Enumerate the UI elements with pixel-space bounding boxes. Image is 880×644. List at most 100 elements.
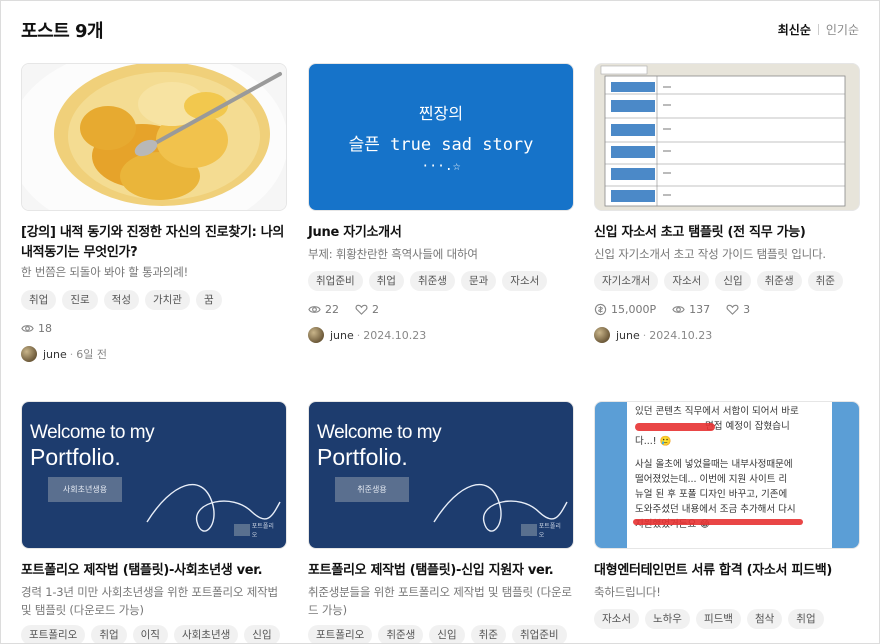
post-card[interactable]: 신입 자소서 초고 탬플릿 (전 직무 가능) 신입 자기소개서 초고 작성 가… bbox=[594, 63, 860, 363]
post-tags: 취업 진로 적성 가치관 꿈 bbox=[21, 290, 222, 310]
post-stats: 22 2 bbox=[308, 303, 379, 316]
thumbnail-label-box: 사회초년생용 bbox=[48, 477, 122, 502]
thumbnail-label-box: 취준생용 bbox=[335, 477, 409, 502]
thumbnail-portfolio-text: Portfolio. bbox=[317, 444, 408, 470]
post-card[interactable]: 찐장의 슬픈 true sad story ···.☆ June 자기소개서 부… bbox=[308, 63, 574, 363]
chat-line: 뉴얼 된 후 포폴 디자인 바꾸고, 기존에 bbox=[635, 489, 788, 500]
tag-chip[interactable]: 신입 bbox=[715, 271, 751, 291]
post-thumbnail[interactable]: 찐장의 슬픈 true sad story ···.☆ bbox=[308, 63, 574, 211]
tag-chip[interactable]: 자소서 bbox=[502, 271, 548, 291]
tag-chip[interactable]: 문과 bbox=[460, 271, 497, 291]
tag-chip[interactable]: 피드백 bbox=[695, 609, 741, 629]
post-description: 경력 1-3년 미만 사회초년생을 위한 포트폴리오 제작법 및 탬플릿 (다운… bbox=[21, 585, 278, 617]
avatar[interactable] bbox=[21, 346, 37, 362]
sort-popular[interactable]: 인기순 bbox=[826, 21, 859, 38]
tag-chip[interactable]: 취준생 bbox=[409, 271, 455, 291]
tag-chip[interactable]: 취준생 bbox=[378, 625, 424, 643]
thumbnail-welcome-text: Welcome to my bbox=[30, 422, 155, 443]
author-name[interactable]: june bbox=[43, 348, 67, 361]
tag-chip[interactable]: 첨삭 bbox=[746, 609, 783, 629]
form-template-image bbox=[595, 64, 859, 210]
post-description: 취준생분들을 위한 포트폴리오 제작법 및 탬플릿 (다운로드 가능) bbox=[308, 585, 572, 617]
thumbnail-badge: 포트폴리오 bbox=[234, 523, 276, 539]
tag-chip[interactable]: 취준 bbox=[470, 625, 506, 643]
post-date: 2024.10.23 bbox=[363, 328, 427, 342]
post-thumbnail[interactable] bbox=[594, 63, 860, 211]
chat-line: 있던 콘텐츠 직무에서 서합이 되어서 바로 bbox=[635, 406, 799, 417]
tag-chip[interactable]: 노하우 bbox=[644, 609, 690, 629]
post-card[interactable]: Welcome to my Portfolio. 취준생용 포트폴리오 포트폴리… bbox=[308, 401, 574, 643]
post-title[interactable]: [강의] 내적 동기와 진정한 자신의 진로찾기: 나의 내적동기는 무엇인가? bbox=[21, 223, 287, 263]
thumbnail-text-line: 찐장의 bbox=[418, 104, 464, 123]
view-count: 18 bbox=[38, 322, 52, 335]
tag-chip[interactable]: 꿈 bbox=[195, 290, 222, 310]
tea-image bbox=[22, 64, 286, 210]
post-tags: 포트폴리오 취업 이직 사회초년생 신입 bbox=[21, 625, 280, 643]
sort-divider bbox=[817, 24, 819, 35]
avatar[interactable] bbox=[308, 327, 324, 343]
post-date: 2024.10.23 bbox=[649, 328, 713, 342]
thumbnail-portfolio-text: Portfolio. bbox=[30, 444, 121, 470]
post-stats: 18 bbox=[21, 322, 52, 335]
post-card[interactable]: [강의] 내적 동기와 진정한 자신의 진로찾기: 나의 내적동기는 무엇인가?… bbox=[21, 63, 287, 363]
tag-chip[interactable]: 자소서 bbox=[664, 271, 710, 291]
post-thumbnail[interactable] bbox=[21, 63, 287, 211]
post-stats: 15,000P 137 3 bbox=[594, 303, 750, 316]
author-name[interactable]: june bbox=[330, 329, 354, 342]
post-title[interactable]: 포트폴리오 제작법 (탬플릿)-신입 지원자 ver. bbox=[308, 561, 574, 581]
tag-chip[interactable]: 취준 bbox=[807, 271, 843, 291]
avatar[interactable] bbox=[594, 327, 610, 343]
tag-chip[interactable]: 포트폴리오 bbox=[308, 625, 373, 643]
post-tags: 자기소개서 자소서 신입 취준생 취준 bbox=[594, 271, 843, 291]
post-title[interactable]: 신입 자소서 초고 탬플릿 (전 직무 가능) bbox=[594, 223, 860, 243]
redaction-mark bbox=[635, 423, 715, 431]
post-card[interactable]: 있던 콘텐츠 직무에서 서합이 되어서 바로 면접 예정이 잡혔습니 다...!… bbox=[594, 401, 860, 643]
tag-chip[interactable]: 취업 bbox=[788, 609, 824, 629]
meta-separator: · bbox=[69, 347, 74, 361]
post-description: 한 번쯤은 되돌아 봐야 할 통과의례! bbox=[21, 265, 189, 279]
sort-toggle: 최신순 인기순 bbox=[778, 21, 859, 38]
post-thumbnail[interactable]: Welcome to my Portfolio. 취준생용 포트폴리오 bbox=[308, 401, 574, 549]
tag-chip[interactable]: 적성 bbox=[103, 290, 139, 310]
sort-latest[interactable]: 최신순 bbox=[778, 21, 811, 38]
post-title[interactable]: June 자기소개서 bbox=[308, 223, 574, 243]
post-description: 부제: 휘황찬란한 흑역사들에 대하여 bbox=[308, 247, 478, 261]
tag-chip[interactable]: 진로 bbox=[62, 290, 98, 310]
tag-chip[interactable]: 취업준비 bbox=[308, 271, 363, 291]
tag-chip[interactable]: 취업준비 bbox=[511, 625, 567, 643]
post-author: june · 2024.10.23 bbox=[594, 327, 712, 343]
post-title[interactable]: 포트폴리오 제작법 (탬플릿)-사회초년생 ver. bbox=[21, 561, 287, 581]
chat-line: 다...! 🥲 bbox=[635, 436, 672, 447]
meta-separator: · bbox=[642, 328, 647, 342]
thumbnail-badge: 포트폴리오 bbox=[521, 523, 563, 539]
post-date: 6일 전 bbox=[76, 348, 108, 361]
tag-chip[interactable]: 이직 bbox=[132, 625, 168, 643]
author-name[interactable]: june bbox=[616, 329, 640, 342]
eye-icon bbox=[308, 306, 321, 313]
post-card[interactable]: Welcome to my Portfolio. 사회초년생용 포트폴리오 포트… bbox=[21, 401, 287, 643]
post-thumbnail[interactable]: Welcome to my Portfolio. 사회초년생용 포트폴리오 bbox=[21, 401, 287, 549]
post-author: june · 2024.10.23 bbox=[308, 327, 426, 343]
redaction-mark bbox=[633, 519, 803, 525]
post-description: 축하드립니다! bbox=[594, 585, 661, 599]
post-tags: 자소서 노하우 피드백 첨삭 취업 bbox=[594, 609, 824, 629]
tag-chip[interactable]: 가치관 bbox=[144, 290, 190, 310]
tag-chip[interactable]: 신입 bbox=[429, 625, 465, 643]
tag-chip[interactable]: 신입 bbox=[244, 625, 280, 643]
post-title[interactable]: 대형엔터테인먼트 서류 합격 (자소서 피드백) bbox=[594, 561, 860, 581]
eye-icon bbox=[672, 306, 685, 313]
tag-chip[interactable]: 자소서 bbox=[594, 609, 639, 629]
tag-chip[interactable]: 자기소개서 bbox=[594, 271, 659, 291]
tag-chip[interactable]: 취업 bbox=[368, 271, 404, 291]
tag-chip[interactable]: 취업 bbox=[91, 625, 127, 643]
tag-chip[interactable]: 포트폴리오 bbox=[21, 625, 86, 643]
post-thumbnail[interactable]: 있던 콘텐츠 직무에서 서합이 되어서 바로 면접 예정이 잡혔습니 다...!… bbox=[594, 401, 860, 549]
heart-icon[interactable] bbox=[355, 303, 368, 316]
tag-chip[interactable]: 취업 bbox=[21, 290, 57, 310]
thumbnail-text-line: ···.☆ bbox=[421, 159, 461, 174]
tag-chip[interactable]: 사회초년생 bbox=[173, 625, 239, 643]
chat-line bbox=[635, 449, 824, 457]
eye-icon bbox=[21, 325, 34, 332]
heart-icon[interactable] bbox=[726, 303, 739, 316]
tag-chip[interactable]: 취준생 bbox=[756, 271, 802, 291]
